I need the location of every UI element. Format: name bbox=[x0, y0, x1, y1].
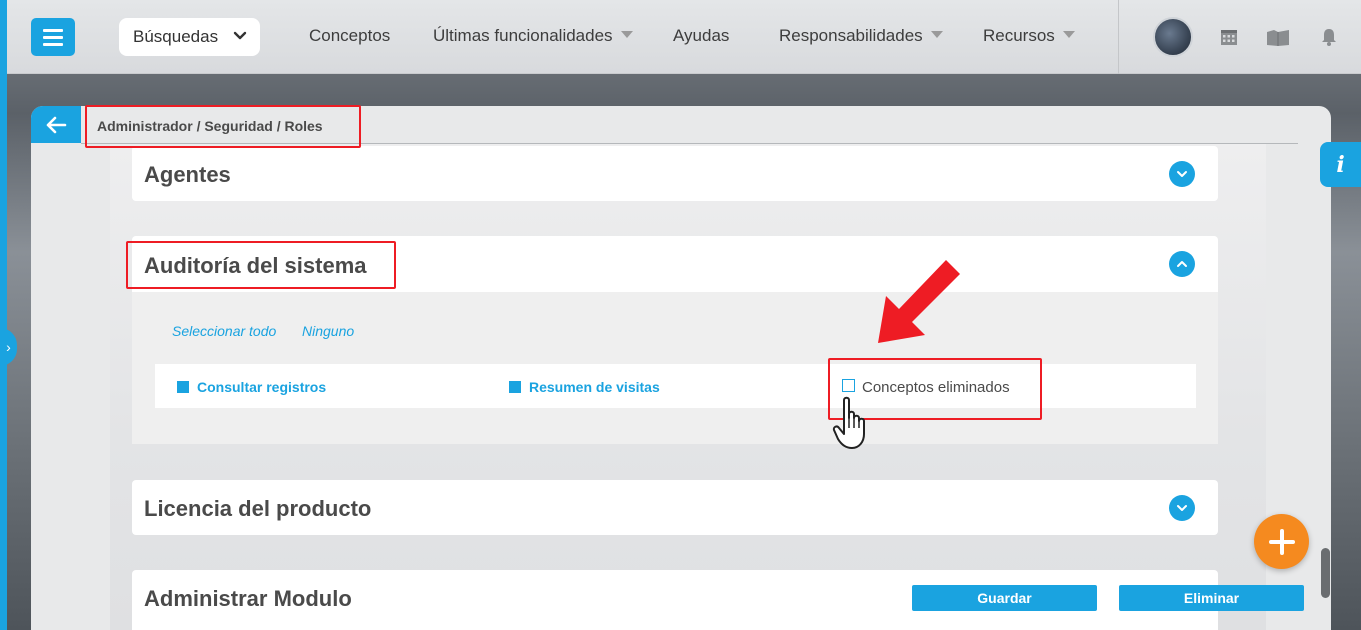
section-title: Licencia del producto bbox=[144, 496, 372, 521]
expand-button[interactable] bbox=[1169, 495, 1195, 521]
highlight-breadcrumb bbox=[85, 105, 361, 148]
collapse-button[interactable] bbox=[1169, 251, 1195, 277]
permission-resumen-de-visitas[interactable]: Resumen de visitas bbox=[509, 379, 660, 395]
topbar-divider bbox=[1118, 0, 1119, 74]
checkbox-checked[interactable] bbox=[509, 381, 521, 393]
add-fab-button[interactable] bbox=[1254, 514, 1309, 569]
red-arrow-icon bbox=[878, 260, 960, 343]
chevron-up-icon bbox=[1177, 261, 1187, 267]
caret-down-icon bbox=[930, 31, 943, 39]
nav-conceptos[interactable]: Conceptos bbox=[309, 26, 390, 46]
highlight-section-title bbox=[126, 241, 396, 289]
section-licencia[interactable]: Licencia del producto bbox=[132, 480, 1218, 535]
save-button[interactable]: Guardar bbox=[912, 585, 1097, 611]
top-bar: Búsquedas Conceptos Últimas funcionalida… bbox=[7, 0, 1361, 74]
nav-recursos[interactable]: Recursos bbox=[983, 26, 1075, 46]
left-accent-strip bbox=[0, 0, 7, 630]
arrow-left-icon bbox=[46, 116, 67, 133]
user-avatar[interactable] bbox=[1153, 17, 1193, 57]
permission-consultar-registros[interactable]: Consultar registros bbox=[177, 379, 326, 395]
section-title: Agentes bbox=[144, 162, 231, 187]
section-agentes[interactable]: Agentes bbox=[132, 146, 1218, 201]
bell-icon[interactable] bbox=[1319, 27, 1339, 47]
checkbox-checked[interactable] bbox=[177, 381, 189, 393]
plus-icon bbox=[1268, 528, 1295, 555]
back-button[interactable] bbox=[31, 106, 81, 143]
caret-down-icon bbox=[620, 31, 633, 39]
info-icon: i bbox=[1336, 151, 1345, 178]
side-panel-toggle[interactable]: › bbox=[0, 328, 17, 366]
hamburger-menu-button[interactable] bbox=[31, 18, 75, 56]
nav-ultimas-funcionalidades[interactable]: Últimas funcionalidades bbox=[433, 26, 633, 46]
caret-down-icon bbox=[1062, 31, 1075, 39]
expand-button[interactable] bbox=[1169, 161, 1195, 187]
select-all-link[interactable]: Seleccionar todo bbox=[172, 323, 276, 339]
calendar-icon[interactable] bbox=[1219, 27, 1239, 47]
hand-cursor-icon bbox=[832, 396, 865, 449]
chevron-down-icon bbox=[233, 31, 247, 40]
section-title: Administrar Modulo bbox=[144, 586, 352, 611]
scrollbar-thumb[interactable] bbox=[1321, 548, 1330, 598]
nav-ayudas[interactable]: Ayudas bbox=[673, 26, 729, 46]
delete-button[interactable]: Eliminar bbox=[1119, 585, 1304, 611]
info-tab[interactable]: i bbox=[1320, 142, 1361, 187]
chevron-right-icon: › bbox=[6, 339, 11, 355]
search-dropdown[interactable]: Búsquedas bbox=[119, 18, 260, 56]
folder-icon[interactable] bbox=[1266, 27, 1290, 47]
select-none-link[interactable]: Ninguno bbox=[302, 323, 354, 339]
chevron-down-icon bbox=[1177, 171, 1187, 177]
nav-responsabilidades[interactable]: Responsabilidades bbox=[779, 26, 943, 46]
search-dropdown-label: Búsquedas bbox=[133, 27, 219, 46]
chevron-down-icon bbox=[1177, 505, 1187, 511]
